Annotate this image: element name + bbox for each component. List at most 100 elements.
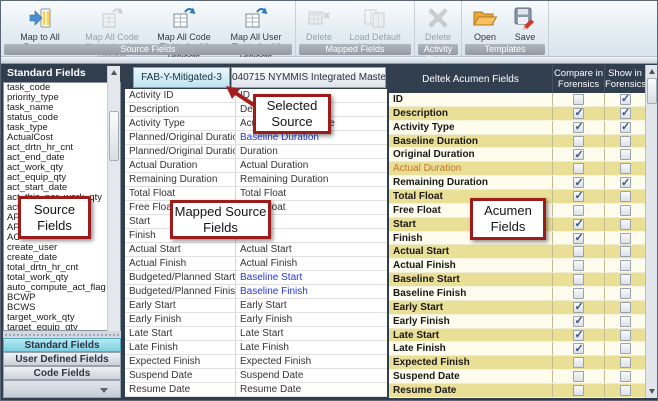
source-field-cell[interactable]: Planned/Original Duration bbox=[125, 145, 236, 158]
source-field-cell[interactable]: Expected Finish bbox=[125, 355, 236, 368]
mapped-field-cell[interactable]: Total Float bbox=[236, 187, 387, 200]
sidebar-tab-code-fields[interactable]: Code Fields bbox=[3, 366, 121, 380]
show-checkbox[interactable] bbox=[620, 163, 631, 174]
show-checkbox[interactable] bbox=[620, 205, 631, 216]
mapped-field-cell[interactable]: Early Start bbox=[236, 299, 387, 312]
mapped-field-cell[interactable]: Early Finish bbox=[236, 313, 387, 326]
source-field-cell[interactable]: Early Start bbox=[125, 299, 236, 312]
show-checkbox[interactable] bbox=[620, 108, 631, 119]
sidebar-splitter[interactable] bbox=[3, 331, 121, 338]
mapped-field-cell[interactable]: Suspend Date bbox=[236, 369, 387, 382]
source-field-cell[interactable]: Remaining Duration bbox=[125, 173, 236, 186]
compare-checkbox[interactable] bbox=[573, 357, 584, 368]
show-checkbox[interactable] bbox=[620, 371, 631, 382]
compare-checkbox[interactable] bbox=[573, 316, 584, 327]
mapped-field-cell[interactable]: Late Start bbox=[236, 327, 387, 340]
compare-checkbox[interactable] bbox=[573, 205, 584, 216]
show-checkbox[interactable] bbox=[620, 191, 631, 202]
scroll-up-icon[interactable] bbox=[111, 70, 117, 75]
acumen-field-name: ID bbox=[389, 93, 553, 106]
source-field-cell[interactable]: Late Start bbox=[125, 327, 236, 340]
source-field-cell[interactable]: Activity Type bbox=[125, 117, 236, 130]
compare-checkbox[interactable] bbox=[573, 191, 584, 202]
show-checkbox[interactable] bbox=[620, 274, 631, 285]
compare-checkbox[interactable] bbox=[573, 233, 584, 244]
mapped-field-cell[interactable]: Resume Date bbox=[236, 383, 387, 396]
source-field-cell[interactable]: Description bbox=[125, 103, 236, 116]
show-checkbox[interactable] bbox=[620, 330, 631, 341]
source-field-cell[interactable]: Budgeted/Planned Finish bbox=[125, 285, 236, 298]
compare-checkbox[interactable] bbox=[573, 371, 584, 382]
compare-checkbox[interactable] bbox=[573, 219, 584, 230]
mapped-field-cell[interactable]: Actual Finish bbox=[236, 257, 387, 270]
show-checkbox[interactable] bbox=[620, 246, 631, 257]
compare-checkbox[interactable] bbox=[573, 136, 584, 147]
show-checkbox[interactable] bbox=[620, 177, 631, 188]
show-checkbox[interactable] bbox=[620, 385, 631, 396]
source-field-cell[interactable]: Resume Date bbox=[125, 383, 236, 396]
compare-checkbox[interactable] bbox=[573, 260, 584, 271]
sidebar-tab-standard-fields[interactable]: Standard Fields bbox=[3, 338, 121, 352]
show-checkbox[interactable] bbox=[620, 343, 631, 354]
source-field-cell[interactable]: Budgeted/Planned Start bbox=[125, 271, 236, 284]
scroll-up-icon[interactable] bbox=[649, 69, 655, 74]
map-all-code-fields-for-all-projects-button[interactable]: Map All Code Fields for All Projects bbox=[148, 2, 220, 43]
compare-checkbox[interactable] bbox=[573, 108, 584, 119]
mapped-field-cell[interactable]: Actual Duration bbox=[236, 159, 387, 172]
mapped-field-cell[interactable]: Baseline Finish bbox=[236, 285, 387, 298]
map-to-all-projects-button[interactable]: Map to All Projects bbox=[4, 2, 76, 43]
source-field-cell[interactable]: Total Float bbox=[125, 187, 236, 200]
mapped-field-cell[interactable]: Baseline Start bbox=[236, 271, 387, 284]
compare-checkbox-cell bbox=[553, 121, 605, 134]
compare-checkbox[interactable] bbox=[573, 330, 584, 341]
compare-checkbox[interactable] bbox=[573, 149, 584, 160]
source-field-cell[interactable]: Actual Finish bbox=[125, 257, 236, 270]
save-button[interactable]: Save bbox=[505, 2, 545, 43]
source-field-cell[interactable]: Actual Duration bbox=[125, 159, 236, 172]
sidebar-tab-user-defined-fields[interactable]: User Defined Fields bbox=[3, 352, 121, 366]
source-tab-fab-y-mitigated-3[interactable]: FAB-Y-Mitigated-3 bbox=[133, 67, 230, 88]
source-field-cell[interactable]: Activity ID bbox=[125, 89, 236, 102]
source-field-cell[interactable]: Actual Start bbox=[125, 243, 236, 256]
mapped-field-cell[interactable]: Actual Start bbox=[236, 243, 387, 256]
chevron-down-icon[interactable] bbox=[100, 388, 108, 393]
mapped-field-cell[interactable]: Expected Finish bbox=[236, 355, 387, 368]
compare-checkbox[interactable] bbox=[573, 343, 584, 354]
show-checkbox[interactable] bbox=[620, 149, 631, 160]
show-checkbox[interactable] bbox=[620, 219, 631, 230]
show-checkbox[interactable] bbox=[620, 260, 631, 271]
map-all-user-fields-for-all-projects-button[interactable]: Map All User Fields for All Projects bbox=[220, 2, 292, 43]
compare-checkbox[interactable] bbox=[573, 163, 584, 174]
mapped-field-cell[interactable]: Duration bbox=[236, 145, 387, 158]
show-checkbox[interactable] bbox=[620, 316, 631, 327]
compare-checkbox[interactable] bbox=[573, 94, 584, 105]
compare-checkbox[interactable] bbox=[573, 302, 584, 313]
compare-checkbox[interactable] bbox=[573, 385, 584, 396]
show-checkbox[interactable] bbox=[620, 288, 631, 299]
source-field-cell[interactable]: Early Finish bbox=[125, 313, 236, 326]
show-checkbox[interactable] bbox=[620, 94, 631, 105]
scroll-down-icon[interactable] bbox=[649, 389, 655, 394]
acumen-row: Resume Date bbox=[389, 384, 645, 398]
compare-checkbox[interactable] bbox=[573, 122, 584, 133]
compare-checkbox-cell bbox=[553, 107, 605, 120]
compare-checkbox[interactable] bbox=[573, 246, 584, 257]
show-checkbox[interactable] bbox=[620, 136, 631, 147]
show-checkbox[interactable] bbox=[620, 233, 631, 244]
acumen-scrollbar[interactable] bbox=[645, 65, 658, 398]
mapped-field-cell[interactable]: Remaining Duration bbox=[236, 173, 387, 186]
show-checkbox[interactable] bbox=[620, 302, 631, 313]
compare-checkbox[interactable] bbox=[573, 177, 584, 188]
source-field-item[interactable]: target_equip_qty bbox=[4, 323, 120, 331]
source-field-cell[interactable]: Late Finish bbox=[125, 341, 236, 354]
mapped-field-cell[interactable]: Late Finish bbox=[236, 341, 387, 354]
show-checkbox[interactable] bbox=[620, 357, 631, 368]
source-field-cell[interactable]: Suspend Date bbox=[125, 369, 236, 382]
source-field-cell[interactable]: Planned/Original Duration bbox=[125, 131, 236, 144]
compare-checkbox[interactable] bbox=[573, 288, 584, 299]
scrollbar-thumb[interactable] bbox=[647, 78, 657, 104]
open-button[interactable]: Open bbox=[465, 2, 505, 43]
show-checkbox[interactable] bbox=[620, 122, 631, 133]
scrollbar-thumb[interactable] bbox=[109, 111, 119, 161]
compare-checkbox[interactable] bbox=[573, 274, 584, 285]
